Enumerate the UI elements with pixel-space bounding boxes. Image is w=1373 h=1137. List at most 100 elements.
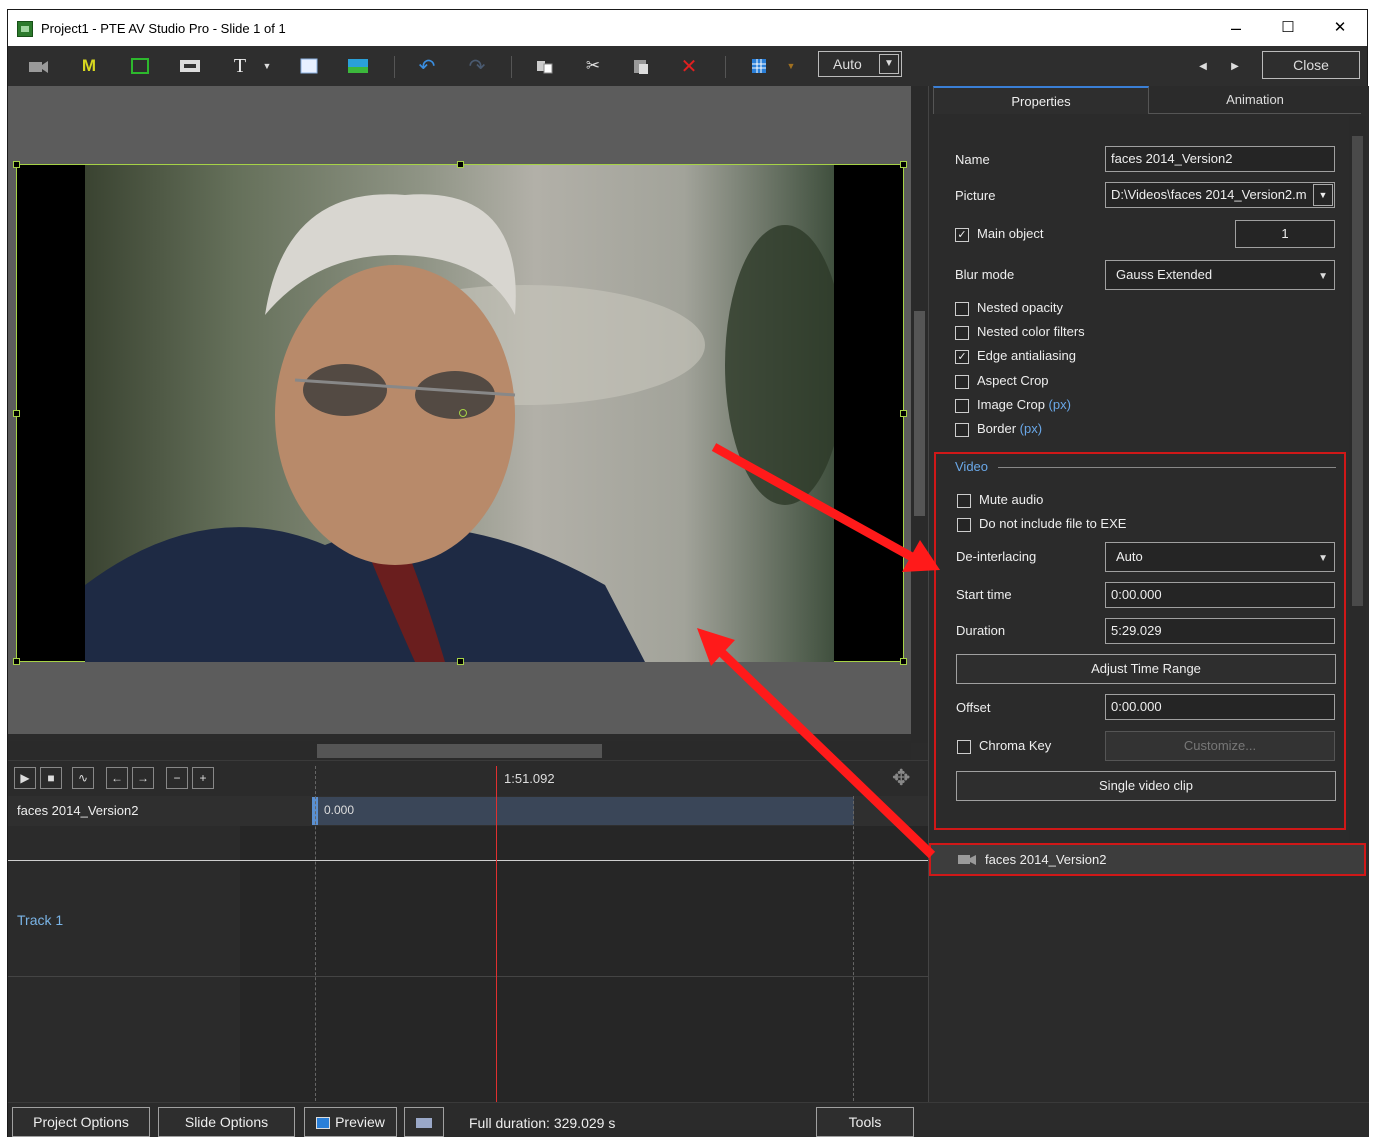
blur-mode-value: Gauss Extended — [1116, 267, 1213, 282]
move-left-button[interactable]: ← — [106, 767, 128, 789]
stop-button[interactable]: ■ — [40, 767, 62, 789]
prev-slide-icon[interactable]: ◀ — [1194, 54, 1212, 78]
main-object-checkbox[interactable]: ✓ — [955, 228, 969, 242]
waveform-button[interactable]: ∿ — [72, 767, 94, 789]
zoom-select[interactable]: Auto ▼ — [818, 51, 902, 77]
border-checkbox[interactable] — [955, 423, 969, 437]
start-time-label: Start time — [956, 587, 1012, 602]
start-time-field[interactable]: 0:00.000 — [1105, 582, 1335, 608]
blur-mode-select[interactable]: Gauss Extended ▼ — [1105, 260, 1335, 290]
zoom-out-button[interactable]: − — [166, 767, 188, 789]
move-icon[interactable]: ✥ — [892, 765, 910, 791]
slide-start-marker — [315, 766, 316, 1106]
timeline-object-bar[interactable]: 0.000 — [312, 797, 854, 825]
preview-label: Preview — [335, 1114, 385, 1130]
tab-animation[interactable]: Animation — [1149, 86, 1361, 114]
deinterlacing-select[interactable]: Auto ▼ — [1105, 542, 1335, 572]
video-frame[interactable] — [13, 161, 907, 665]
nested-color-checkbox[interactable] — [955, 326, 969, 340]
publish-button[interactable] — [404, 1107, 444, 1137]
full-duration-text: Full duration: 329.029 s — [469, 1115, 616, 1131]
resize-handle[interactable] — [457, 658, 464, 665]
video-icon — [957, 851, 977, 870]
move-right-button[interactable]: → — [132, 767, 154, 789]
name-field[interactable]: faces 2014_Version2 — [1105, 146, 1335, 172]
mute-audio-checkbox[interactable] — [957, 494, 971, 508]
preview-button[interactable]: Preview — [304, 1107, 397, 1137]
slide-end-marker — [853, 796, 854, 1106]
edge-antialiasing-checkbox[interactable]: ✓ — [955, 350, 969, 364]
chroma-key-checkbox[interactable] — [957, 740, 971, 754]
resize-handle[interactable] — [900, 410, 907, 417]
video-section-title: Video — [955, 459, 989, 474]
app-icon — [17, 21, 33, 37]
button-object-icon[interactable] — [178, 54, 202, 78]
play-button[interactable]: ▶ — [14, 767, 36, 789]
add-video-icon[interactable] — [26, 54, 50, 78]
minimize-button[interactable]: – — [1213, 10, 1259, 46]
resize-handle[interactable] — [13, 410, 20, 417]
resize-handle[interactable] — [457, 161, 464, 168]
resize-handle[interactable] — [900, 658, 907, 665]
track-label[interactable]: Track 1 — [17, 912, 63, 928]
resize-handle[interactable] — [900, 161, 907, 168]
canvas-horizontal-scrollbar[interactable] — [8, 741, 911, 760]
image-crop-checkbox[interactable] — [955, 399, 969, 413]
timeline-object-name: faces 2014_Version2 — [17, 803, 139, 818]
aspect-crop-checkbox[interactable] — [955, 375, 969, 389]
chevron-down-icon[interactable]: ▼ — [1313, 184, 1333, 206]
gradient-icon[interactable] — [346, 54, 370, 78]
rectangle-icon[interactable] — [298, 54, 320, 78]
maximize-button[interactable]: ☐ — [1265, 10, 1311, 46]
chevron-down-icon[interactable]: ▼ — [260, 54, 274, 78]
timeline-area[interactable] — [240, 796, 928, 1114]
resize-handle[interactable] — [13, 658, 20, 665]
copy-icon[interactable] — [534, 54, 556, 78]
main-object-label: Main object — [977, 226, 1044, 241]
image-crop-label: Image Crop (px) — [977, 397, 1071, 412]
nested-opacity-checkbox[interactable] — [955, 302, 969, 316]
grid-dropdown-icon[interactable]: ▼ — [784, 54, 798, 78]
project-options-button[interactable]: Project Options — [12, 1107, 150, 1137]
resize-handle[interactable] — [13, 161, 20, 168]
section-divider — [998, 467, 1336, 468]
next-slide-icon[interactable]: ▶ — [1226, 54, 1244, 78]
grid-icon[interactable] — [748, 54, 770, 78]
paste-icon[interactable] — [630, 54, 652, 78]
offset-field[interactable]: 0:00.000 — [1105, 694, 1335, 720]
undo-icon[interactable]: ↶ — [416, 54, 438, 78]
picture-field[interactable]: D:\Videos\faces 2014_Version2.m ▼ — [1105, 182, 1335, 208]
app-window: Project1 - PTE AV Studio Pro - Slide 1 o… — [7, 9, 1369, 1137]
nested-opacity-label: Nested opacity — [977, 300, 1063, 315]
tools-button[interactable]: Tools — [816, 1107, 914, 1137]
canvas-vertical-scrollbar[interactable] — [911, 86, 928, 743]
rotation-center-handle[interactable] — [459, 409, 467, 417]
track-divider — [8, 860, 928, 861]
tab-properties[interactable]: Properties — [933, 86, 1149, 114]
frame-icon[interactable] — [128, 54, 152, 78]
redo-icon[interactable]: ↷ — [466, 54, 488, 78]
adjust-time-range-button[interactable]: Adjust Time Range — [956, 654, 1336, 684]
text-icon[interactable]: T — [230, 54, 250, 78]
main-object-field[interactable]: 1 — [1235, 220, 1335, 248]
mask-container-icon[interactable]: M — [78, 54, 100, 78]
properties-panel: Properties Animation Name faces 2014_Ver… — [928, 86, 1369, 1114]
close-window-button[interactable]: ✕ — [1317, 10, 1363, 46]
picture-path: D:\Videos\faces 2014_Version2.m — [1111, 187, 1307, 202]
delete-icon[interactable]: ✕ — [678, 54, 700, 78]
no-exe-checkbox[interactable] — [957, 518, 971, 532]
timeline-object-start: 0.000 — [324, 803, 355, 817]
window-title: Project1 - PTE AV Studio Pro - Slide 1 o… — [41, 21, 286, 36]
object-list-item[interactable]: faces 2014_Version2 — [929, 843, 1366, 876]
single-video-clip-button[interactable]: Single video clip — [956, 771, 1336, 801]
cut-icon[interactable]: ✂ — [582, 54, 604, 78]
zoom-in-button[interactable]: + — [192, 767, 214, 789]
blur-mode-label: Blur mode — [955, 267, 1015, 282]
slide-canvas[interactable] — [8, 86, 911, 734]
duration-field[interactable]: 5:29.029 — [1105, 618, 1335, 644]
panel-scrollbar[interactable] — [1349, 116, 1366, 841]
bottom-bar: Project Options Slide Options Preview Fu… — [8, 1102, 1369, 1137]
close-button[interactable]: Close — [1262, 51, 1360, 79]
slide-options-button[interactable]: Slide Options — [158, 1107, 295, 1137]
timeline-playhead[interactable] — [496, 766, 497, 1106]
